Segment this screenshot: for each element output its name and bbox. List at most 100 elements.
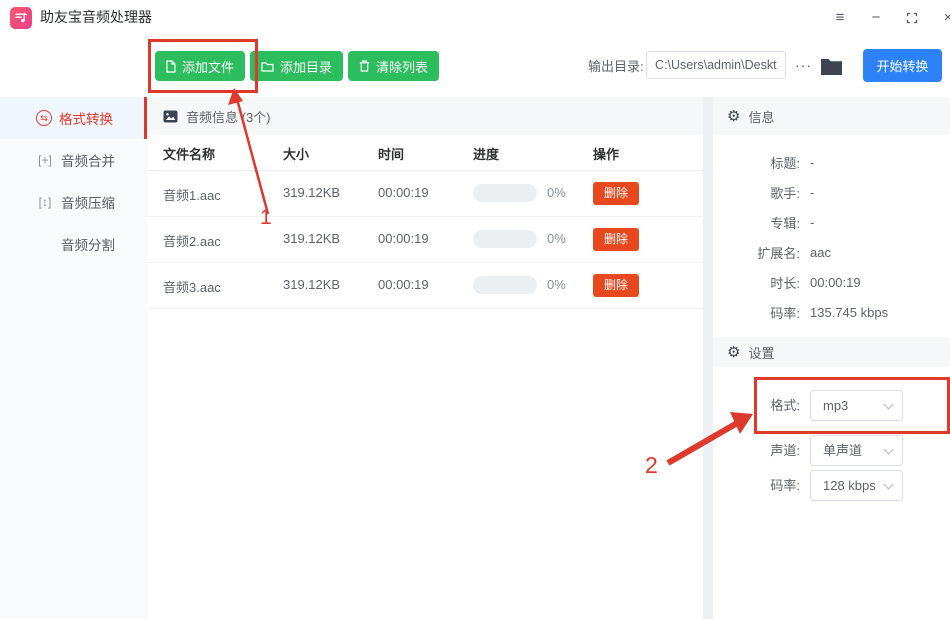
gear-icon: ⚙ <box>727 109 740 124</box>
output-dir-label: 输出目录: <box>588 36 644 97</box>
output-dir-input[interactable] <box>646 51 786 79</box>
chevron-down-icon <box>884 445 894 455</box>
channel-value: 单声道 <box>823 436 862 465</box>
info-value: - <box>810 215 814 230</box>
audio-merge-icon: [+] <box>36 153 54 167</box>
info-section-header: ⚙ 信息 <box>713 97 950 135</box>
delete-button[interactable]: 删除 <box>593 274 639 297</box>
info-value: 135.745 kbps <box>810 305 888 320</box>
start-convert-button[interactable]: 开始转换 <box>863 49 942 82</box>
info-fields: 标题:- 歌手:- 专辑:- 扩展名:aac 时长:00:00:19 码率:13… <box>713 147 950 327</box>
format-select[interactable]: mp3 <box>810 390 903 421</box>
clear-list-label: 清除列表 <box>376 57 428 76</box>
title-bar: 助友宝音频处理器 ≡ − × <box>0 0 950 37</box>
browse-ellipsis-button[interactable]: ··· <box>795 36 812 94</box>
file-name: 音频1.aac <box>163 185 221 204</box>
file-time: 00:00:19 <box>378 185 429 200</box>
minimize-icon[interactable]: − <box>864 0 888 36</box>
audio-info-section-header: 音频信息 (3个) <box>147 97 703 135</box>
col-action: 操作 <box>593 144 619 163</box>
info-label: 标题: <box>713 153 800 172</box>
add-file-button[interactable]: 添加文件 <box>155 51 245 81</box>
table-row: 音频3.aac 319.12KB 00:00:19 0% 删除 <box>147 263 703 309</box>
file-icon <box>166 60 176 73</box>
table-row: 音频1.aac 319.12KB 00:00:19 0% 删除 <box>147 171 703 217</box>
info-value: - <box>810 185 814 200</box>
progress-percent: 0% <box>547 277 566 292</box>
info-title: 信息 <box>748 107 774 126</box>
progress-bar <box>473 276 537 294</box>
file-size: 319.12KB <box>283 277 340 292</box>
sidebar-item-label: 音频压缩 <box>61 192 115 212</box>
file-time: 00:00:19 <box>378 277 429 292</box>
progress-bar <box>473 230 537 248</box>
sidebar-item-audio-merge[interactable]: [+] 音频合并 <box>0 139 147 181</box>
info-value: - <box>810 155 814 170</box>
chevron-down-icon <box>884 400 894 410</box>
table-row: 音频2.aac 319.12KB 00:00:19 0% 删除 <box>147 217 703 263</box>
add-file-label: 添加文件 <box>182 57 234 76</box>
app-logo-icon <box>10 7 32 29</box>
bitrate-setting-row: 码率: 128 kbps <box>713 470 950 501</box>
sidebar-item-label: 音频分割 <box>61 234 115 254</box>
maximize-icon[interactable] <box>900 0 924 36</box>
toolbar: 添加文件 添加目录 清除列表 输出目录: ··· <box>0 36 950 97</box>
file-list-panel: 音频信息 (3个) 文件名称 大小 时间 进度 操作 音频1.aac 319.1… <box>147 97 703 619</box>
info-label: 扩展名: <box>713 243 800 262</box>
file-size: 319.12KB <box>283 231 340 246</box>
info-label: 歌手: <box>713 183 800 202</box>
folder-icon <box>261 61 274 72</box>
col-progress: 进度 <box>473 144 499 163</box>
info-settings-panel: ⚙ 信息 标题:- 歌手:- 专辑:- 扩展名:aac 时长:00:00:19 … <box>713 97 950 619</box>
chevron-down-icon <box>884 480 894 490</box>
info-value: 00:00:19 <box>810 275 861 290</box>
add-directory-button[interactable]: 添加目录 <box>250 51 343 81</box>
gear-icon: ⚙ <box>727 345 740 360</box>
audio-info-title: 音频信息 (3个) <box>186 107 271 126</box>
progress-bar <box>473 184 537 202</box>
progress-percent: 0% <box>547 231 566 246</box>
list-image-icon <box>163 110 178 123</box>
delete-button[interactable]: 删除 <box>593 182 639 205</box>
col-time: 时间 <box>378 144 404 163</box>
delete-button[interactable]: 删除 <box>593 228 639 251</box>
progress-percent: 0% <box>547 185 566 200</box>
sidebar-item-audio-split[interactable]: 音频分割 <box>0 223 147 265</box>
settings-title: 设置 <box>748 343 774 362</box>
info-label: 码率: <box>713 303 800 322</box>
clear-list-button[interactable]: 清除列表 <box>348 51 439 81</box>
format-label: 格式: <box>713 390 800 421</box>
format-setting-row: 格式: mp3 <box>713 390 950 421</box>
channel-label: 声道: <box>713 435 800 466</box>
bitrate-select[interactable]: 128 kbps <box>810 470 903 501</box>
sidebar-item-label: 音频合并 <box>61 150 115 170</box>
info-label: 专辑: <box>713 213 800 232</box>
sidebar-item-audio-compress[interactable]: [↕] 音频压缩 <box>0 181 147 223</box>
close-icon[interactable]: × <box>936 0 950 36</box>
audio-compress-icon: [↕] <box>36 195 54 209</box>
app-title: 助友宝音频处理器 <box>40 0 152 35</box>
bitrate-label: 码率: <box>713 470 800 501</box>
sidebar: ⇆ 格式转换 [+] 音频合并 [↕] 音频压缩 音频分割 <box>0 97 147 619</box>
open-folder-icon[interactable] <box>820 57 843 81</box>
file-time: 00:00:19 <box>378 231 429 246</box>
settings-section-header: ⚙ 设置 <box>713 337 950 367</box>
col-size: 大小 <box>283 144 309 163</box>
channel-setting-row: 声道: 单声道 <box>713 435 950 466</box>
trash-icon <box>359 60 370 72</box>
menu-icon[interactable]: ≡ <box>828 0 852 36</box>
app-window: 助友宝音频处理器 ≡ − × 添加文件 添加目录 <box>0 0 950 619</box>
sidebar-item-label: 格式转换 <box>59 108 113 128</box>
channel-select[interactable]: 单声道 <box>810 435 903 466</box>
bitrate-value: 128 kbps <box>823 471 876 500</box>
file-size: 319.12KB <box>283 185 340 200</box>
add-directory-label: 添加目录 <box>280 57 332 76</box>
format-value: mp3 <box>823 391 848 420</box>
col-filename: 文件名称 <box>163 144 215 163</box>
file-name: 音频3.aac <box>163 277 221 296</box>
file-name: 音频2.aac <box>163 231 221 250</box>
sidebar-item-format-convert[interactable]: ⇆ 格式转换 <box>0 97 147 139</box>
format-convert-icon: ⇆ <box>36 110 52 126</box>
table-header-row: 文件名称 大小 时间 进度 操作 <box>147 135 703 171</box>
info-value: aac <box>810 245 831 260</box>
